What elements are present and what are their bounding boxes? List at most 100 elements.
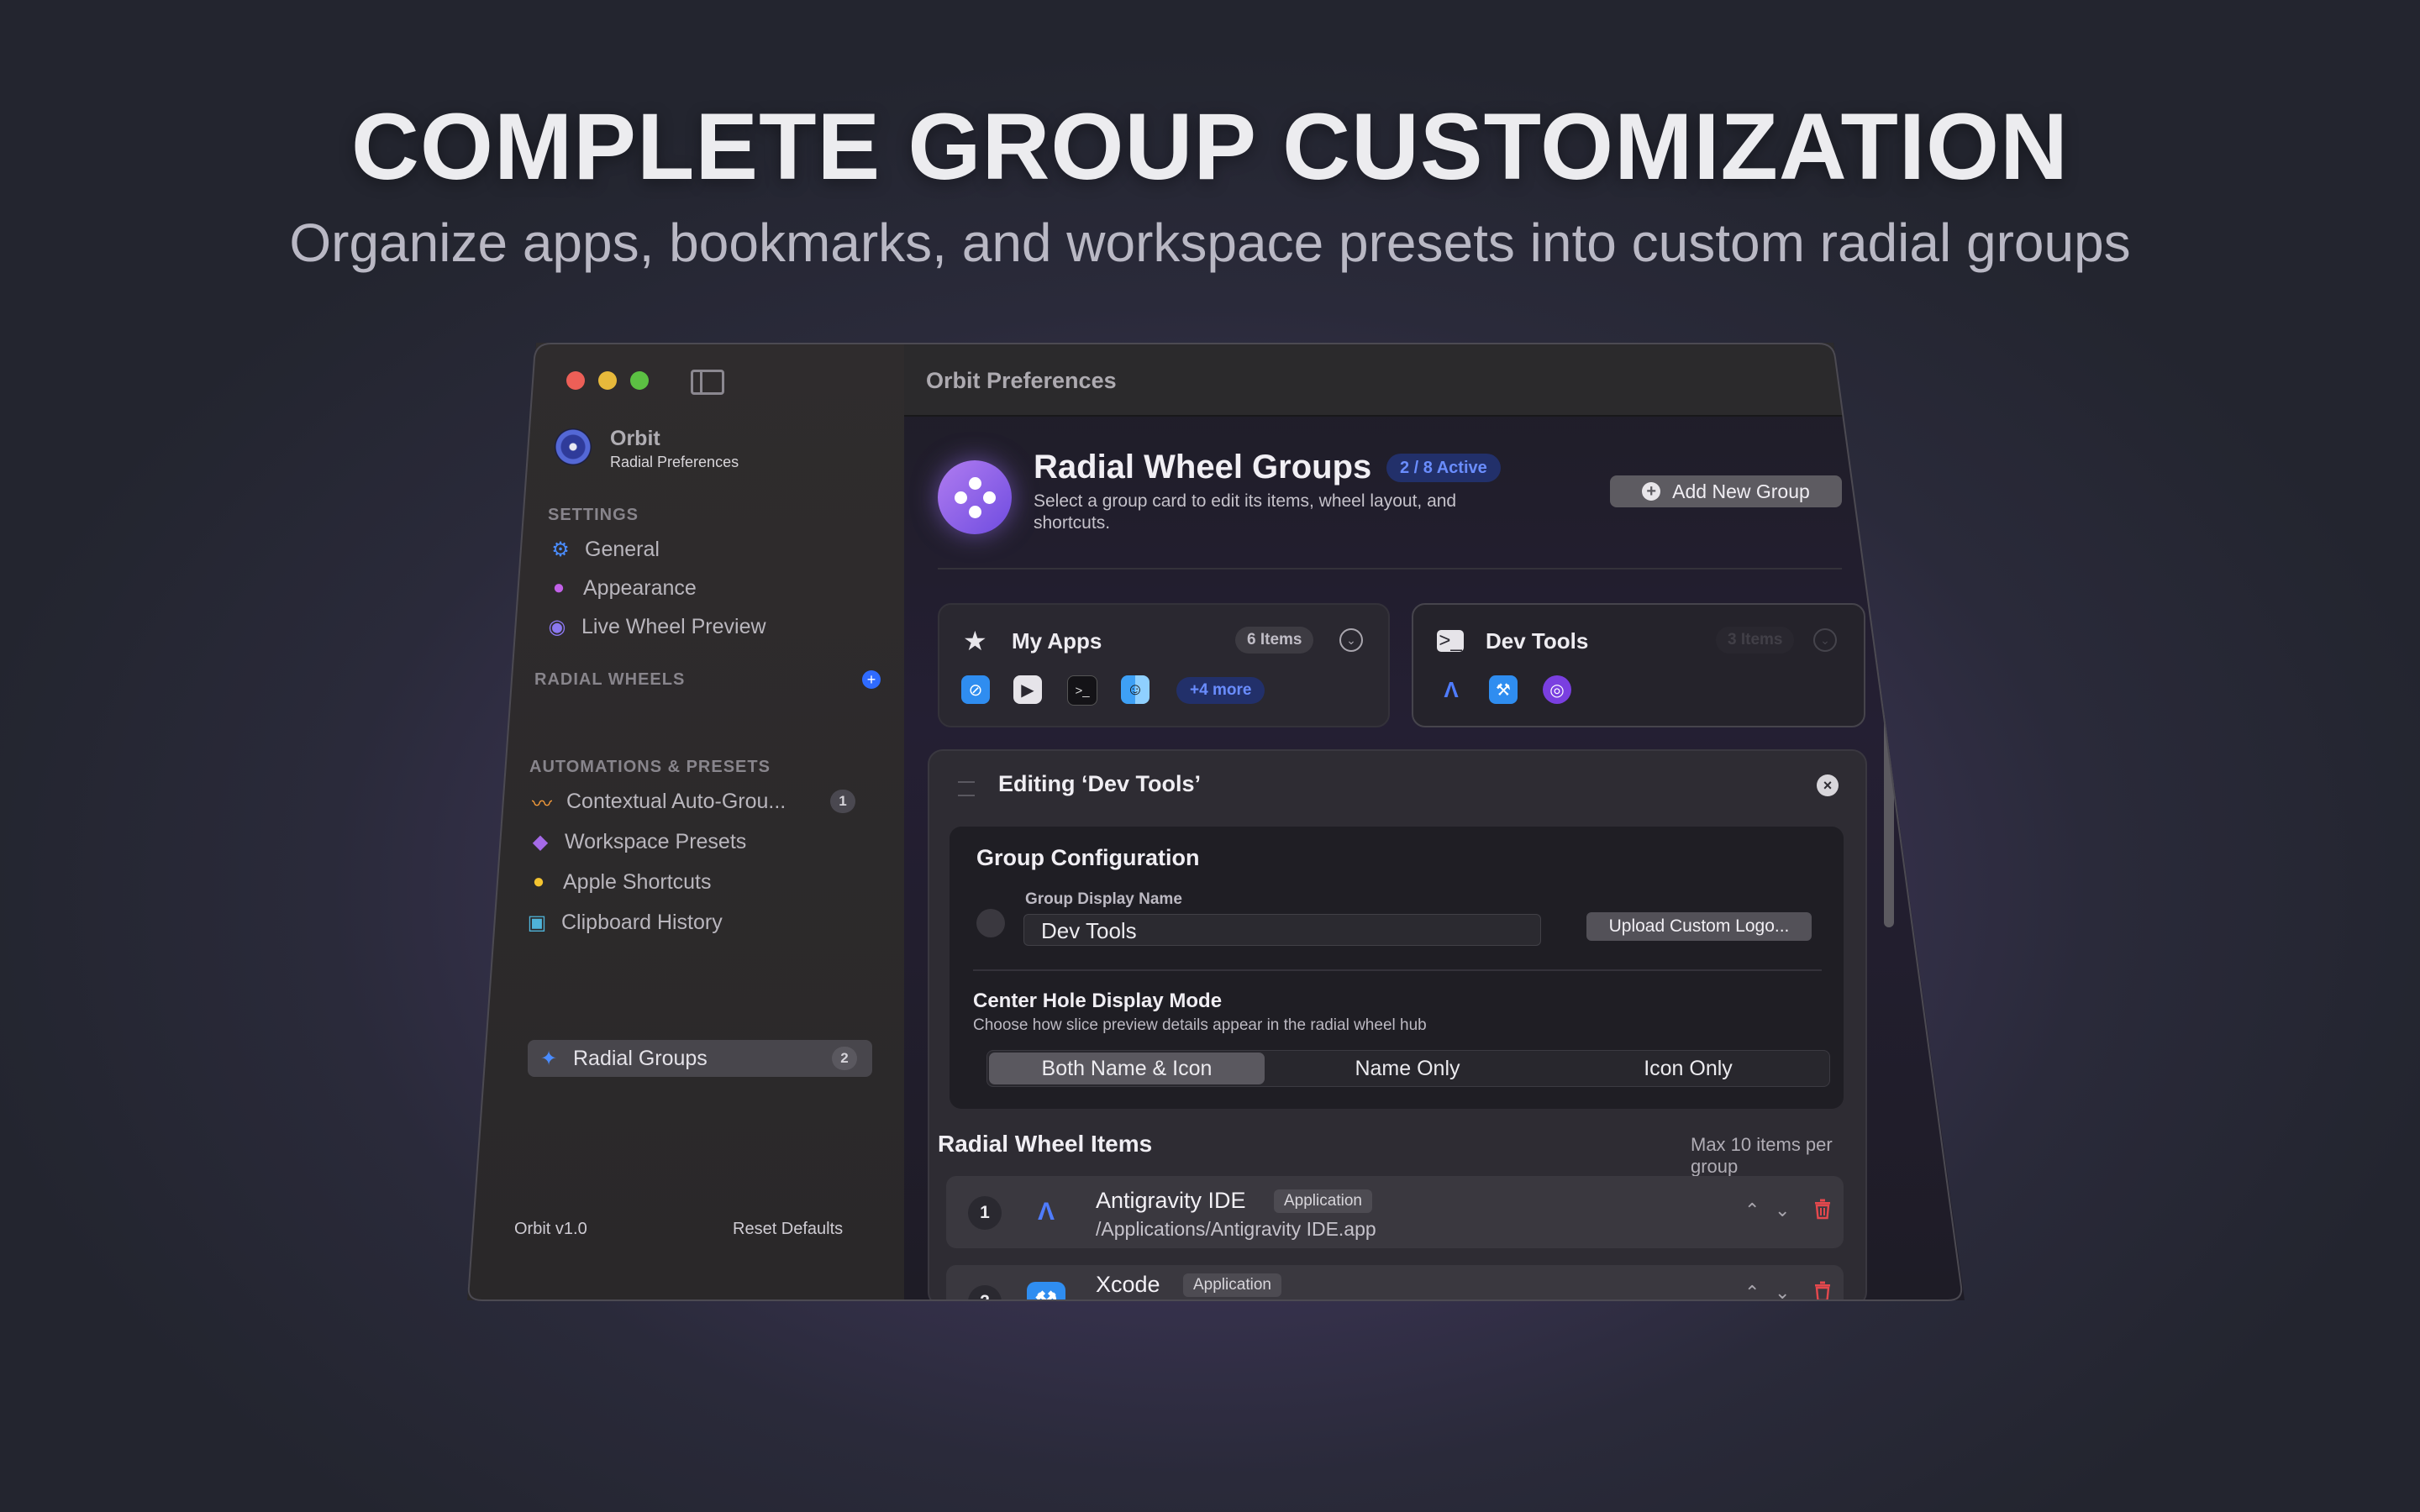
max-items-note: Max 10 items per group	[1691, 1134, 1833, 1177]
group-logo-placeholder[interactable]	[976, 909, 1005, 937]
item-index: 1	[968, 1196, 1002, 1230]
more-apps-pill[interactable]: +4 more	[1176, 677, 1265, 704]
move-up-icon[interactable]: ⌃	[1744, 1282, 1760, 1300]
editor-title: Editing ‘Dev Tools’	[998, 771, 1202, 796]
github-icon[interactable]: ◎	[1543, 675, 1571, 704]
add-new-group-label: Add New Group	[1672, 480, 1810, 502]
mode-option-both[interactable]: Both Name & Icon	[989, 1053, 1265, 1084]
star-icon: ★	[963, 626, 987, 656]
section-automations: AUTOMATIONS & PRESETS	[529, 758, 771, 776]
active-count-badge: 2 / 8 Active	[1386, 454, 1501, 482]
brand-name: Orbit	[610, 427, 660, 450]
display-mode-segmented-control: Both Name & Icon Name Only Icon Only	[986, 1050, 1830, 1087]
list-item[interactable]: 1 Λ Antigravity IDE Application /Applica…	[946, 1176, 1844, 1248]
move-down-icon[interactable]: ⌄	[1775, 1200, 1790, 1221]
divider	[973, 969, 1822, 971]
close-window-button[interactable]	[566, 371, 585, 390]
sidebar-item-contextual-auto-groups[interactable]: 〰 Contextual Auto-Grou...	[529, 785, 786, 818]
eye-icon: ◉	[548, 615, 566, 638]
item-type-tag: Application	[1183, 1273, 1281, 1297]
move-down-icon[interactable]: ⌄	[1775, 1282, 1790, 1300]
sidebar-item-apple-shortcuts[interactable]: ● Apple Shortcuts	[526, 865, 712, 899]
sidebar-toggle-icon[interactable]	[691, 370, 724, 395]
shortcuts-icon: ●	[532, 870, 545, 893]
sidebar-item-workspace-presets[interactable]: ◆ Workspace Presets	[528, 825, 747, 858]
palette-icon: ●	[552, 576, 566, 599]
item-count-badge: 6 Items	[1235, 627, 1314, 654]
sidebar-item-label: Apple Shortcuts	[563, 869, 712, 894]
window-title: Orbit Preferences	[926, 368, 1117, 393]
scrollbar[interactable]	[1884, 423, 1894, 927]
version-label: Orbit v1.0	[514, 1220, 587, 1238]
display-name-field[interactable]: Dev Tools	[1023, 914, 1541, 946]
add-new-group-button[interactable]: + Add New Group	[1610, 475, 1842, 507]
sidebar-item-label: General	[585, 537, 660, 561]
divider	[938, 568, 1842, 570]
move-up-icon[interactable]: ⌃	[1744, 1200, 1760, 1221]
group-editor-panel: Editing ‘Dev Tools’ × Group Configuratio…	[928, 749, 1867, 1300]
item-name: Antigravity IDE	[1096, 1188, 1246, 1213]
finder-icon[interactable]: ☺	[1121, 675, 1150, 704]
trash-icon[interactable]	[1813, 1198, 1832, 1220]
wave-icon: 〰	[532, 792, 552, 816]
sidebar-item-radial-groups[interactable]: ✦ Radial Groups	[536, 1042, 708, 1075]
display-mode-heading: Center Hole Display Mode	[973, 990, 1223, 1012]
group-card-dev-tools[interactable]: >_ Dev Tools 3 Items ⌄ Λ ⚒ ◎	[1412, 603, 1865, 727]
group-name: Dev Tools	[1486, 628, 1589, 654]
antigravity-icon: Λ	[1037, 1198, 1055, 1226]
sidebar-item-label: Clipboard History	[561, 910, 723, 934]
list-item[interactable]: 2 ⚒ Xcode Application ⌃ ⌄	[946, 1265, 1844, 1302]
upload-custom-logo-button[interactable]: Upload Custom Logo...	[1586, 912, 1812, 941]
group-configuration: Group Configuration Group Display Name D…	[950, 827, 1844, 1109]
antigravity-icon[interactable]: Λ	[1437, 675, 1465, 704]
xcode-icon[interactable]: ⚒	[1489, 675, 1518, 704]
orbit-logo-icon	[555, 428, 592, 465]
sidebar-item-appearance[interactable]: ● Appearance	[546, 571, 697, 605]
radial-groups-hero-icon	[938, 460, 1012, 534]
radial-groups-badge: 2	[832, 1047, 857, 1070]
group-card-my-apps[interactable]: ★ My Apps 6 Items ⌄ ⊘ ▶ >_ ☺ +4 more	[938, 603, 1390, 727]
reset-defaults-button[interactable]: Reset Defaults	[733, 1220, 843, 1239]
item-path: /Applications/Antigravity IDE.app	[1096, 1218, 1376, 1240]
item-name: Xcode	[1096, 1272, 1160, 1297]
main-content: Orbit Preferences Radial Wheel Groups 2 …	[904, 343, 1965, 1300]
display-mode-description: Choose how slice preview details appear …	[973, 1016, 1427, 1034]
layers-icon: ◆	[532, 830, 549, 853]
sidebar: Orbit Radial Preferences SETTINGS ⚙ Gene…	[467, 343, 906, 1300]
display-name-value: Dev Tools	[1041, 918, 1137, 943]
drag-handle-icon[interactable]	[958, 781, 975, 796]
close-icon[interactable]: ×	[1817, 774, 1839, 796]
sidebar-item-label: Radial Groups	[573, 1046, 708, 1070]
sidebar-item-general[interactable]: ⚙ General	[548, 533, 660, 566]
plus-circle-icon: +	[1642, 482, 1661, 501]
item-count-badge: 3 Items	[1716, 627, 1795, 654]
minimize-window-button[interactable]	[598, 371, 617, 390]
section-radial-wheels: RADIAL WHEELS	[534, 670, 686, 689]
zoom-window-button[interactable]	[630, 371, 649, 390]
marketing-subline: Organize apps, bookmarks, and workspace …	[289, 213, 2131, 273]
group-name: My Apps	[1012, 628, 1102, 654]
mode-option-icon-only[interactable]: Icon Only	[1550, 1051, 1826, 1086]
safari-icon[interactable]: ⊘	[961, 675, 990, 704]
sidebar-item-label: Contextual Auto-Grou...	[566, 789, 786, 813]
sidebar-item-label: Live Wheel Preview	[581, 614, 766, 638]
group-configuration-heading: Group Configuration	[976, 845, 1200, 870]
preferences-window: Orbit Radial Preferences SETTINGS ⚙ Gene…	[467, 343, 1965, 1300]
gear-icon: ⚙	[551, 538, 570, 561]
titlebar-controls	[467, 343, 904, 415]
terminal-icon[interactable]: >_	[1067, 675, 1097, 706]
chevron-down-icon[interactable]: ⌄	[1813, 628, 1837, 652]
mode-option-name-only[interactable]: Name Only	[1270, 1051, 1545, 1086]
marketing-headline: COMPLETE GROUP CUSTOMIZATION	[350, 94, 2070, 199]
page-title: Radial Wheel Groups	[1034, 449, 1372, 486]
trash-icon[interactable]	[1813, 1280, 1832, 1302]
sidebar-item-live-wheel-preview[interactable]: ◉ Live Wheel Preview	[544, 610, 766, 643]
radial-wheel-items-heading: Radial Wheel Items	[938, 1131, 1153, 1157]
chevron-down-icon[interactable]: ⌄	[1339, 628, 1363, 652]
video-player-icon[interactable]: ▶	[1013, 675, 1042, 704]
add-radial-wheel-icon[interactable]: +	[862, 670, 881, 689]
contextual-auto-groups-badge: 1	[830, 790, 855, 813]
sidebar-item-clipboard-history[interactable]: ▣ Clipboard History	[524, 906, 723, 939]
xcode-icon: ⚒	[1027, 1282, 1065, 1300]
clipboard-icon: ▣	[527, 911, 547, 934]
